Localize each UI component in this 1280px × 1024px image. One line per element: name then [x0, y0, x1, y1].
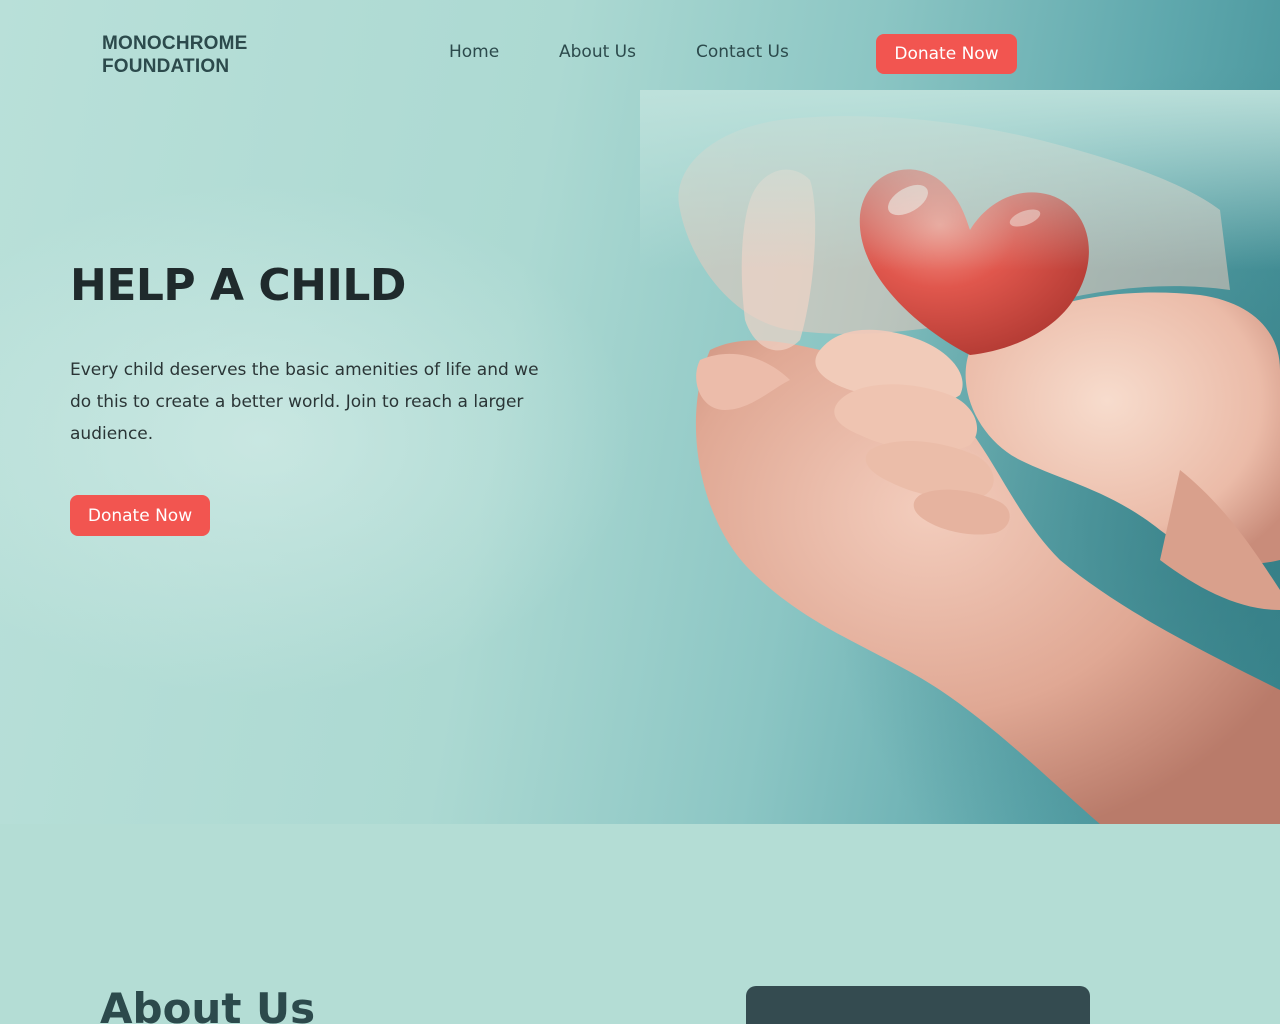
hero-description: Every child deserves the basic amenities… — [70, 360, 539, 444]
hero-title: HELP A CHILD — [70, 260, 406, 311]
about-section-title: About Us — [100, 984, 316, 1024]
hero-donate-button[interactable]: Donate Now — [70, 495, 210, 536]
nav-link-home[interactable]: Home — [449, 42, 499, 62]
brand-logo[interactable]: MONOCHROME FOUNDATION — [102, 32, 248, 78]
nav-link-contact[interactable]: Contact Us — [696, 42, 789, 62]
nav-link-about[interactable]: About Us — [559, 42, 636, 62]
brand-name-line1: MONOCHROME — [102, 33, 248, 54]
hands-holding-heart-image — [640, 90, 1280, 824]
brand-name-line2: FOUNDATION — [102, 56, 230, 77]
about-card — [746, 986, 1090, 1024]
nav-donate-button[interactable]: Donate Now — [876, 34, 1017, 74]
